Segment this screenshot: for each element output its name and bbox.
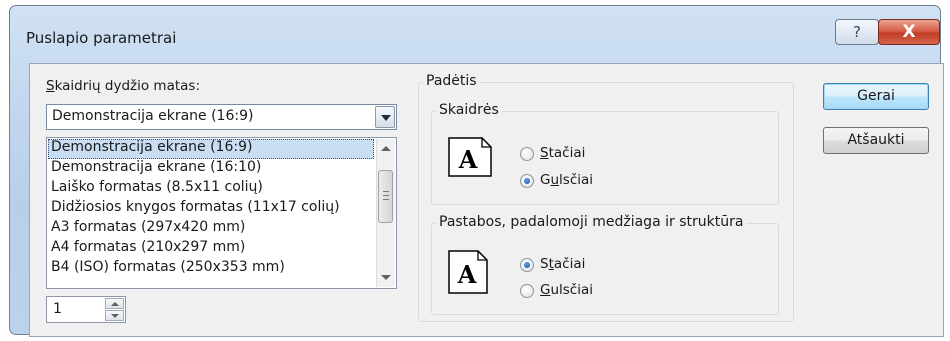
ok-button[interactable]: Gerai: [823, 83, 929, 110]
dialog-title: Puslapio parametrai: [26, 29, 177, 47]
notes-landscape-radio[interactable]: [520, 284, 534, 298]
notes-landscape-label[interactable]: Gulsčiai: [540, 282, 593, 298]
spin-down-icon[interactable]: [105, 310, 124, 321]
portrait-page-icon: A: [448, 250, 488, 294]
dialog-body: Skaidrių dydžio matas: Demonstracija ekr…: [29, 63, 944, 337]
notes-portrait-label[interactable]: Stačiai: [540, 256, 585, 272]
chevron-down-icon[interactable]: [375, 106, 395, 128]
slides-landscape-radio[interactable]: [520, 174, 534, 188]
scroll-down-icon[interactable]: [381, 275, 391, 280]
spinner-buttons[interactable]: [105, 298, 124, 321]
scroll-up-icon[interactable]: [381, 146, 391, 151]
list-item[interactable]: Laiško formatas (8.5x11 colių): [48, 179, 374, 199]
question-icon: ?: [853, 23, 861, 41]
notes-group: Pastabos, padalomoji medžiaga ir struktū…: [431, 214, 779, 315]
list-item[interactable]: Demonstracija ekrane (16:9): [48, 139, 374, 159]
svg-text:A: A: [458, 145, 478, 174]
orientation-group: Padėtis Skaidrės A Stačiai Gulsčiai Past…: [418, 73, 794, 322]
landscape-page-icon: A: [448, 137, 492, 177]
orientation-title: Padėtis: [423, 73, 480, 89]
notes-portrait-radio[interactable]: [520, 258, 534, 272]
list-item[interactable]: A3 formatas (297x420 mm): [48, 219, 374, 239]
slides-group: Skaidrės A Stačiai Gulsčiai: [431, 102, 779, 205]
list-scrollbar[interactable]: [376, 139, 395, 287]
list-item[interactable]: Didžiosios knygos formatas (11x17 colių): [48, 199, 374, 219]
slides-portrait-radio[interactable]: [520, 147, 534, 161]
svg-text:A: A: [457, 260, 477, 289]
list-item[interactable]: A4 formatas (210x297 mm): [48, 239, 374, 259]
slide-size-label: Skaidrių dydžio matas:: [46, 78, 200, 94]
slide-size-list[interactable]: Demonstracija ekrane (16:9) Demonstracij…: [46, 137, 397, 289]
help-button[interactable]: ?: [835, 19, 879, 45]
list-item[interactable]: B4 (ISO) formatas (250x353 mm): [48, 259, 374, 279]
dialog-window: Puslapio parametrai ? X Skaidrių dydžio …: [9, 5, 944, 337]
slides-portrait-label[interactable]: Stačiai: [540, 145, 585, 161]
scrollbar-thumb[interactable]: [378, 170, 393, 223]
slide-size-dropdown[interactable]: Demonstracija ekrane (16:9): [46, 104, 397, 130]
slide-size-selected-value: Demonstracija ekrane (16:9): [52, 108, 254, 124]
number-value: 1: [53, 301, 62, 317]
cancel-button[interactable]: Atšaukti: [823, 127, 929, 154]
number-spinner[interactable]: 1: [46, 296, 126, 323]
slides-landscape-label[interactable]: Gulsčiai: [540, 172, 593, 188]
spin-up-icon[interactable]: [105, 298, 124, 309]
slides-title: Skaidrės: [436, 102, 502, 118]
notes-title: Pastabos, padalomoji medžiaga ir struktū…: [436, 214, 747, 230]
close-icon: X: [902, 22, 916, 42]
close-button[interactable]: X: [878, 19, 940, 45]
list-item[interactable]: Demonstracija ekrane (16:10): [48, 159, 374, 179]
